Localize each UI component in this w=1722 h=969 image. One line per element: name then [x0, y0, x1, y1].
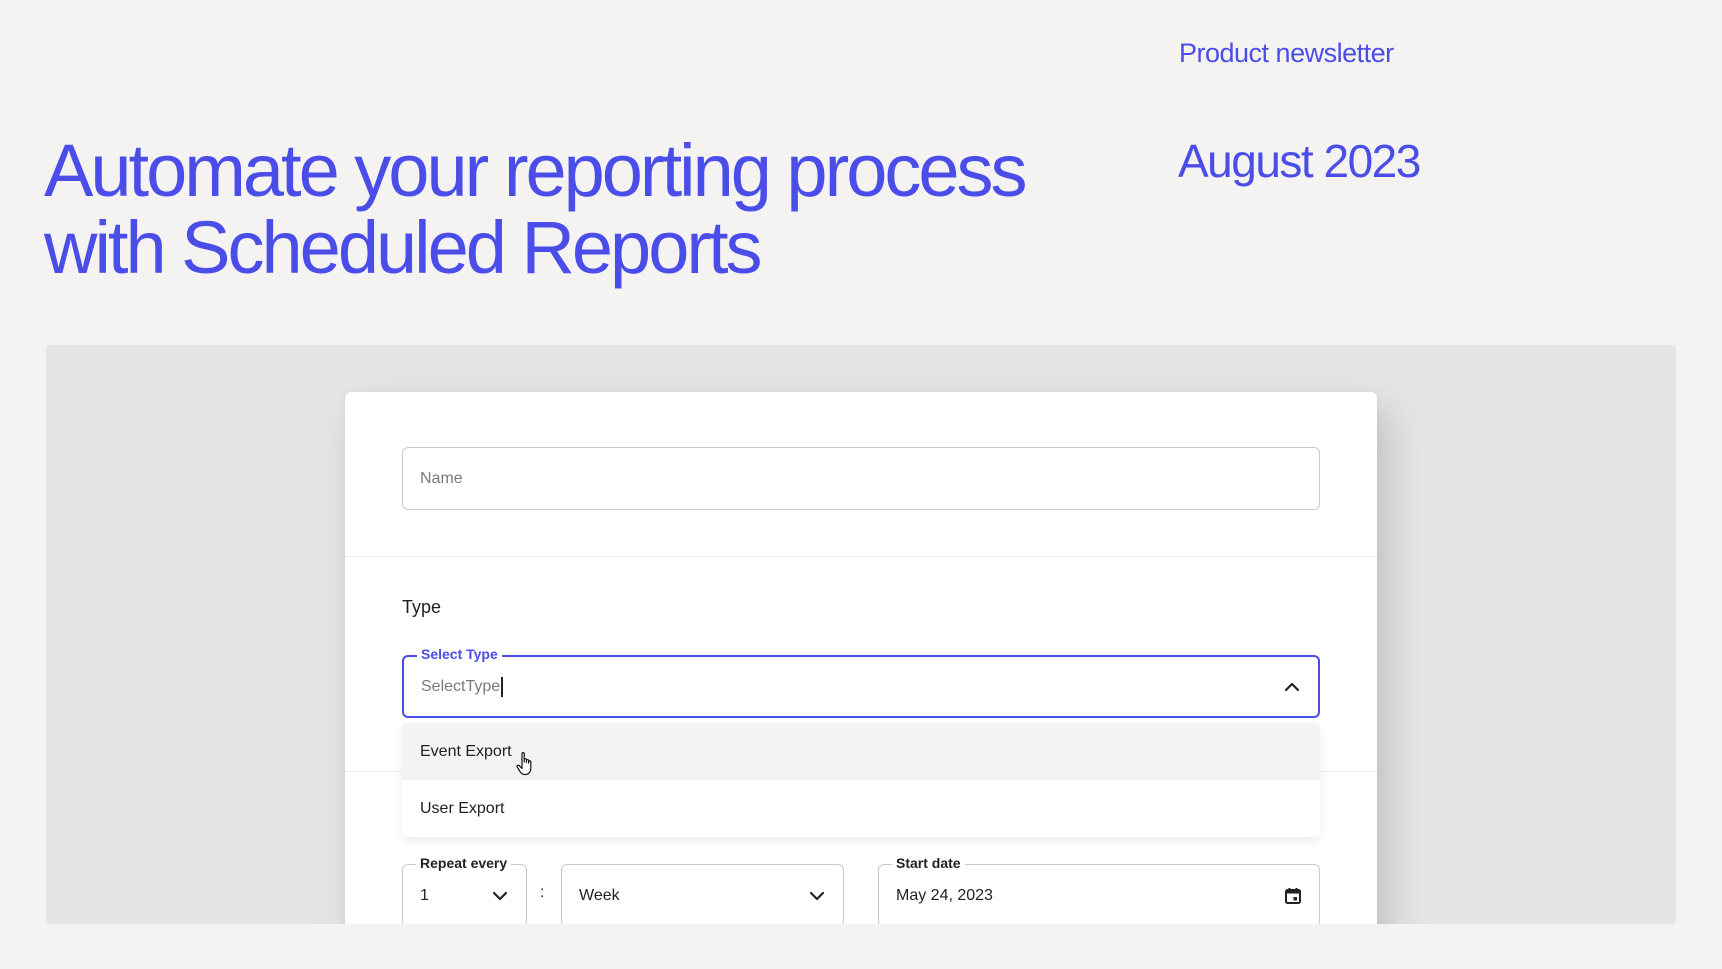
screenshot-showcase: Name Type Select Type SelectType Event E…: [46, 345, 1676, 924]
repeat-unit-value: Week: [579, 886, 620, 904]
option-label: User Export: [420, 800, 505, 817]
chevron-down-icon[interactable]: [490, 886, 510, 906]
repeat-every-legend: Repeat every: [416, 854, 512, 872]
text-caret: [501, 676, 503, 697]
repeat-every-value: 1: [420, 886, 429, 904]
headline-line-1: Automate your reporting process: [44, 129, 1028, 212]
option-user-export[interactable]: User Export: [402, 780, 1320, 837]
select-type-input[interactable]: SelectType: [421, 676, 503, 697]
select-type-legend: Select Type: [417, 645, 502, 663]
select-type-field[interactable]: Select Type SelectType: [402, 645, 1320, 718]
newsletter-label: Product newsletter: [1179, 38, 1394, 68]
page-headline: Automate your reporting process with Sch…: [44, 132, 1104, 286]
option-event-export[interactable]: Event Export: [402, 723, 1320, 780]
issue-date: August 2023: [1178, 135, 1421, 187]
start-date-legend: Start date: [892, 854, 965, 872]
chevron-up-icon[interactable]: [1282, 677, 1302, 697]
name-placeholder: Name: [420, 469, 463, 487]
repeat-every-select[interactable]: Repeat every 1: [402, 854, 527, 924]
repeat-separator: :: [540, 884, 545, 901]
chevron-down-icon[interactable]: [807, 886, 827, 906]
type-dropdown-menu: Event Export User Export: [402, 723, 1320, 837]
hand-pointer-cursor-icon: [516, 752, 532, 776]
repeat-unit-select[interactable]: Week: [561, 864, 844, 924]
type-section-label: Type: [402, 597, 442, 617]
scheduled-report-form: Name Type Select Type SelectType Event E…: [345, 392, 1377, 924]
headline-line-2: with Scheduled Reports: [44, 206, 763, 289]
option-label: Event Export: [420, 743, 512, 760]
select-type-value: SelectType: [421, 677, 501, 695]
section-divider: [345, 556, 1377, 557]
start-date-value: May 24, 2023: [896, 886, 993, 904]
start-date-field[interactable]: Start date May 24, 2023: [878, 854, 1320, 924]
name-field[interactable]: Name: [402, 447, 1320, 510]
calendar-icon[interactable]: [1283, 886, 1303, 906]
